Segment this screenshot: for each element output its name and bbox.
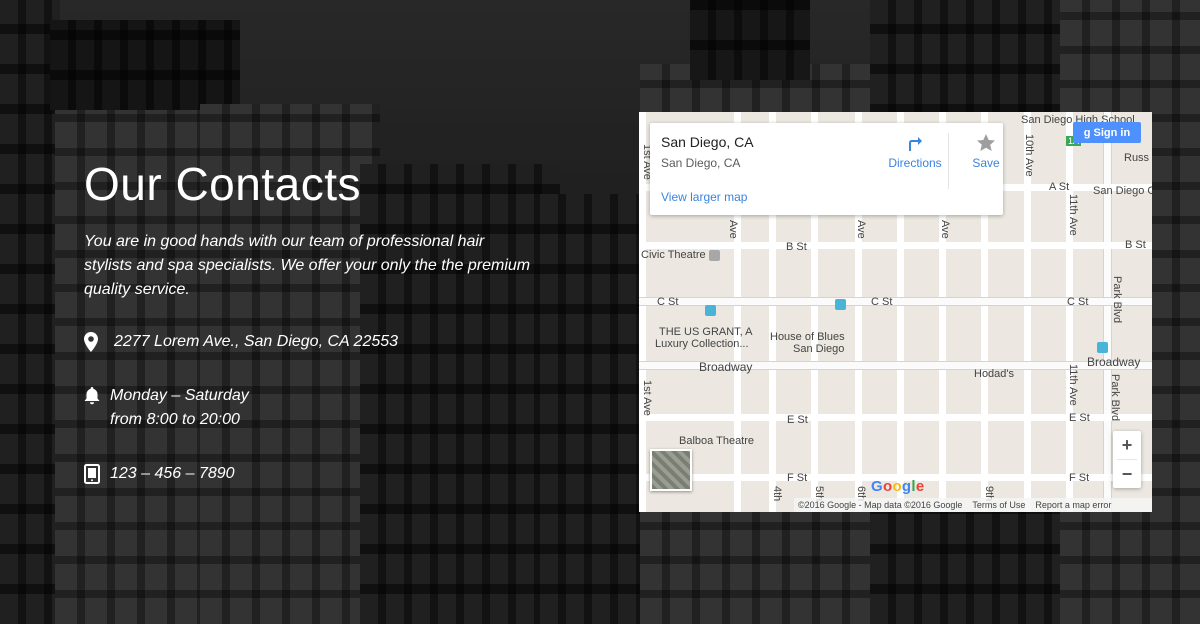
map-label: Ave xyxy=(727,220,739,239)
street xyxy=(1104,112,1111,512)
directions-label: Directions xyxy=(888,156,942,170)
map-label: San Diego C xyxy=(1093,185,1152,197)
map-label: 11th Ave xyxy=(1067,364,1079,406)
map-label: C St xyxy=(657,296,679,308)
map-label: E St xyxy=(1069,412,1090,424)
card-divider xyxy=(948,133,949,189)
google-map[interactable]: San Diego High School Russ A St San Dieg… xyxy=(639,112,1152,512)
zoom-in-button[interactable]: + xyxy=(1113,431,1141,459)
zoom-control: + − xyxy=(1113,431,1141,488)
phone-row: 123 – 456 – 7890 xyxy=(84,462,235,486)
directions-icon xyxy=(875,133,955,156)
map-label: 1st Ave xyxy=(641,380,653,416)
map-label: Ave xyxy=(939,220,951,239)
terms-link[interactable]: Terms of Use xyxy=(972,500,1025,510)
map-label: 4th xyxy=(771,486,783,502)
map-label: B St xyxy=(1125,239,1146,251)
sign-in-label: Sign in xyxy=(1093,126,1131,139)
map-label: San Diego xyxy=(793,343,845,355)
directions-button[interactable]: Directions xyxy=(875,133,955,170)
map-label: Broadway xyxy=(699,360,753,374)
map-label: Civic Theatre xyxy=(641,249,706,261)
map-label: Park Blvd xyxy=(1109,374,1121,422)
map-footer: ©2016 Google - Map data ©2016 Google Ter… xyxy=(794,498,1152,512)
place-info-card: San Diego, CA San Diego, CA View larger … xyxy=(650,123,1003,215)
map-label: Balboa Theatre xyxy=(679,435,755,447)
hours-time: from 8:00 to 20:00 xyxy=(110,411,240,428)
map-label: Ave xyxy=(855,220,867,239)
tablet-icon xyxy=(84,462,104,486)
place-address: San Diego, CA xyxy=(661,156,741,170)
sign-in-button[interactable]: g Sign in xyxy=(1073,122,1141,143)
map-label: Hodad's xyxy=(974,368,1015,380)
address-text: 2277 Lorem Ave., San Diego, CA 22553 xyxy=(114,333,399,350)
map-label: Park Blvd xyxy=(1111,276,1123,324)
transit-icon xyxy=(835,299,846,310)
save-label: Save xyxy=(972,156,1000,170)
google-logo: Google xyxy=(871,478,925,495)
map-label: F St xyxy=(1069,472,1090,484)
map-label: THE US GRANT, A xyxy=(659,326,753,338)
address-row: 2277 Lorem Ave., San Diego, CA 22553 xyxy=(84,330,398,354)
contacts-section: Our Contacts You are in good hands with … xyxy=(84,156,544,484)
section-title: Our Contacts xyxy=(84,158,361,210)
street xyxy=(1066,112,1073,512)
zoom-out-button[interactable]: − xyxy=(1113,460,1141,488)
google-plus-icon: g xyxy=(1083,126,1091,139)
satellite-toggle[interactable] xyxy=(650,449,692,491)
map-label: E St xyxy=(787,414,808,426)
transit-icon xyxy=(1097,342,1108,353)
hours-row: Monday – Saturday from 8:00 to 20:00 xyxy=(84,384,249,432)
section-intro: You are in good hands with our team of p… xyxy=(84,233,531,298)
phone-text[interactable]: 123 – 456 – 7890 xyxy=(110,462,235,486)
map-label: C St xyxy=(1067,296,1089,308)
map-label: 10th Ave xyxy=(1023,134,1035,177)
map-label: Russ xyxy=(1124,152,1150,164)
map-attribution: ©2016 Google - Map data ©2016 Google xyxy=(798,500,963,510)
report-error-link[interactable]: Report a map error xyxy=(1035,500,1111,510)
view-larger-map-link[interactable]: View larger map xyxy=(661,190,747,204)
hours-days: Monday – Saturday xyxy=(110,387,249,404)
map-label: A St xyxy=(1049,181,1070,193)
transit-icon xyxy=(705,305,716,316)
bell-icon xyxy=(84,384,104,408)
location-pin-icon xyxy=(84,330,104,354)
star-icon xyxy=(956,133,1016,156)
hours-text: Monday – Saturday from 8:00 to 20:00 xyxy=(110,384,249,432)
map-label: House of Blues xyxy=(770,331,845,343)
place-name: San Diego, CA xyxy=(661,134,754,150)
street xyxy=(639,242,1152,249)
map-label: Luxury Collection... xyxy=(655,338,749,350)
theatre-icon xyxy=(709,250,720,261)
map-label: F St xyxy=(787,472,808,484)
map-label: Broadway xyxy=(1087,355,1141,369)
map-label: B St xyxy=(786,241,807,253)
map-label: 11th Ave xyxy=(1067,194,1079,236)
map-label: C St xyxy=(871,296,893,308)
save-button[interactable]: Save xyxy=(956,133,1016,170)
